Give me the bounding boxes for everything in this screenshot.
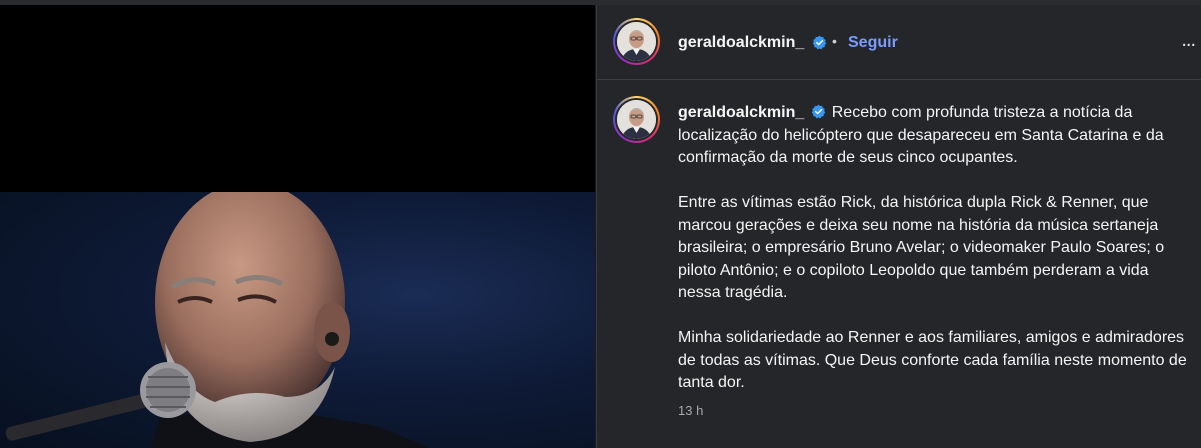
more-options-icon[interactable]: ... bbox=[1181, 29, 1196, 52]
post-photo bbox=[0, 192, 595, 448]
avatar-image bbox=[617, 100, 656, 139]
post-caption: geraldoalckmin_ Recebo com profunda tris… bbox=[597, 80, 1201, 447]
post-timestamp[interactable]: 13 h bbox=[678, 403, 703, 418]
separator-dot: • bbox=[832, 33, 837, 49]
header-username[interactable]: geraldoalckmin_ bbox=[678, 34, 804, 52]
caption-username[interactable]: geraldoalckmin_ bbox=[678, 104, 804, 121]
avatar[interactable] bbox=[613, 18, 660, 65]
caption-avatar[interactable] bbox=[613, 96, 660, 143]
post-side-panel: geraldoalckmin_ • Seguir ... geraldoalck… bbox=[596, 5, 1201, 448]
avatar-image bbox=[617, 22, 656, 61]
post-media[interactable] bbox=[0, 5, 595, 448]
verified-badge-icon bbox=[812, 35, 827, 50]
verified-badge-icon bbox=[811, 104, 826, 119]
singer-photo-illustration bbox=[5, 192, 430, 448]
post-header: geraldoalckmin_ • Seguir ... bbox=[597, 5, 1201, 80]
caption-text: geraldoalckmin_ Recebo com profunda tris… bbox=[678, 102, 1193, 417]
caption-paragraph-2: Entre as vítimas estão Rick, da históric… bbox=[678, 194, 1165, 301]
follow-button[interactable]: Seguir bbox=[848, 34, 898, 52]
caption-paragraph: geraldoalckmin_ Recebo com profunda tris… bbox=[678, 102, 1193, 170]
caption-paragraph-3: Minha solidariedade ao Renner e aos fami… bbox=[678, 329, 1187, 391]
